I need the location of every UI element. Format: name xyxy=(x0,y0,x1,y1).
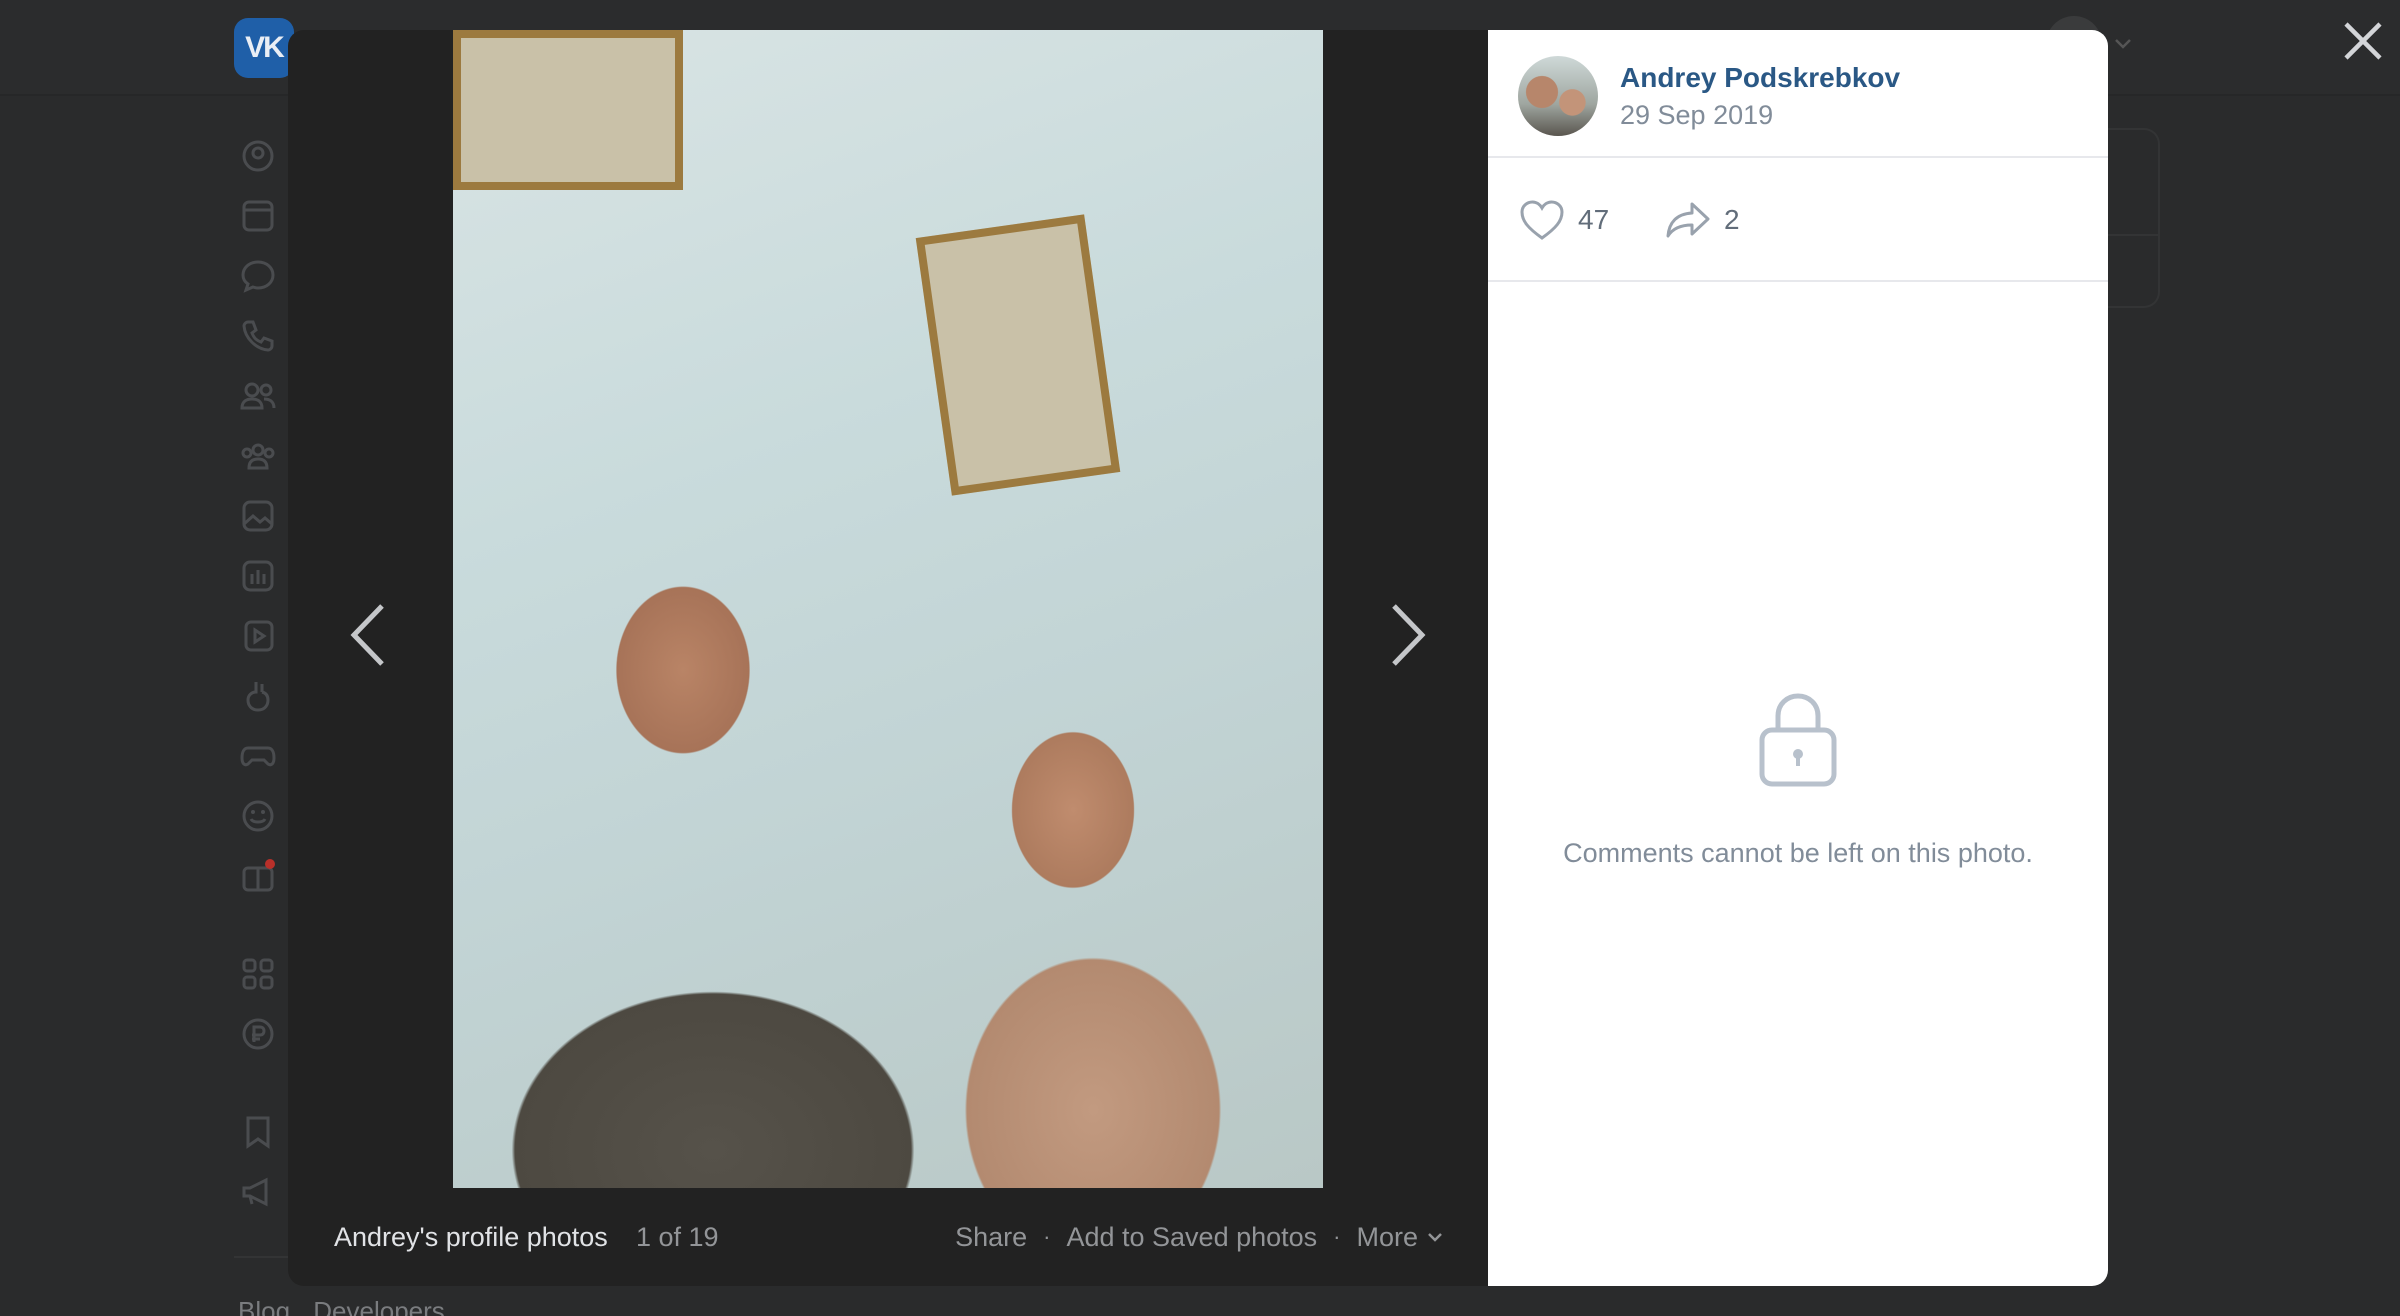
separator-dot: · xyxy=(1043,1224,1051,1249)
profile-icon[interactable] xyxy=(238,136,278,176)
news-icon[interactable] xyxy=(238,196,278,236)
more-button[interactable]: More xyxy=(1356,1222,1444,1253)
author-avatar[interactable] xyxy=(1518,56,1598,136)
separator-dot: · xyxy=(1333,1224,1341,1249)
music-icon[interactable] xyxy=(238,556,278,596)
friends-icon[interactable] xyxy=(238,376,278,416)
share-button[interactable]: Share xyxy=(955,1222,1027,1253)
advertising-icon[interactable] xyxy=(238,1172,278,1212)
photo-pane: Andrey's profile photos 1 of 19 Share · … xyxy=(288,30,1488,1286)
lock-icon xyxy=(1759,693,1837,787)
comments-closed-notice: Comments cannot be left on this photo. xyxy=(1488,690,2108,869)
vk-logo[interactable]: VK xyxy=(234,18,294,78)
like-count: 47 xyxy=(1578,204,1610,235)
album-title-link[interactable]: Andrey's profile photos xyxy=(334,1222,608,1253)
more-label: More xyxy=(1356,1221,1418,1252)
photo-footer: Andrey's profile photos 1 of 19 Share · … xyxy=(288,1188,1488,1286)
comments-disabled-text: Comments cannot be left on this photo. xyxy=(1563,838,2033,868)
games-icon[interactable] xyxy=(238,736,278,776)
calls-icon[interactable] xyxy=(238,316,278,356)
photo-stats: 47 2 xyxy=(1488,158,2108,282)
like-button[interactable]: 47 xyxy=(1518,198,1609,242)
vk-pay-icon[interactable] xyxy=(238,1014,278,1054)
wall-picture-frame xyxy=(915,214,1121,496)
chevron-right-icon xyxy=(1392,604,1426,666)
author-header: Andrey Podskrebkov 29 Sep 2019 xyxy=(1488,30,2108,158)
footer-link-developers[interactable]: Developers xyxy=(313,1296,445,1316)
previous-photo-button[interactable] xyxy=(328,570,408,700)
wall-picture-frame xyxy=(453,30,683,190)
chevron-down-icon xyxy=(1428,1233,1442,1242)
bookmarks-icon[interactable] xyxy=(238,1112,278,1152)
background-card xyxy=(2108,128,2160,308)
add-to-saved-button[interactable]: Add to Saved photos xyxy=(1066,1222,1317,1253)
chevron-left-icon xyxy=(350,604,384,666)
footer-links: Blog Developers xyxy=(238,1296,461,1316)
share-arrow-icon xyxy=(1666,202,1710,238)
footer-link-blog[interactable]: Blog xyxy=(238,1296,290,1316)
stickers-icon[interactable] xyxy=(238,796,278,836)
share-count-button[interactable]: 2 xyxy=(1664,198,1740,242)
chevron-down-icon[interactable] xyxy=(2112,32,2134,54)
close-viewer-button[interactable] xyxy=(2338,16,2388,66)
post-date[interactable]: 29 Sep 2019 xyxy=(1620,100,1773,131)
clips-icon[interactable] xyxy=(238,676,278,716)
mini-apps-icon[interactable] xyxy=(238,954,278,994)
video-icon[interactable] xyxy=(238,616,278,656)
photos-icon[interactable] xyxy=(238,496,278,536)
photo[interactable] xyxy=(453,30,1323,1188)
next-photo-button[interactable] xyxy=(1368,570,1448,700)
photo-counter: 1 of 19 xyxy=(636,1221,719,1252)
photo-actions: Share · Add to Saved photos · More xyxy=(955,1222,1444,1253)
photo-viewer: Andrey's profile photos 1 of 19 Share · … xyxy=(288,30,2108,1286)
heart-icon xyxy=(1520,200,1564,240)
messenger-icon[interactable] xyxy=(238,256,278,296)
gifts-icon[interactable] xyxy=(238,856,278,896)
close-icon xyxy=(2344,22,2382,60)
author-name-link[interactable]: Andrey Podskrebkov xyxy=(1620,62,1900,94)
share-count: 2 xyxy=(1724,204,1740,235)
background-card-divider xyxy=(2108,234,2158,236)
photo-info-pane: Andrey Podskrebkov 29 Sep 2019 47 2 Comm… xyxy=(1488,30,2108,1286)
communities-icon[interactable] xyxy=(238,436,278,476)
